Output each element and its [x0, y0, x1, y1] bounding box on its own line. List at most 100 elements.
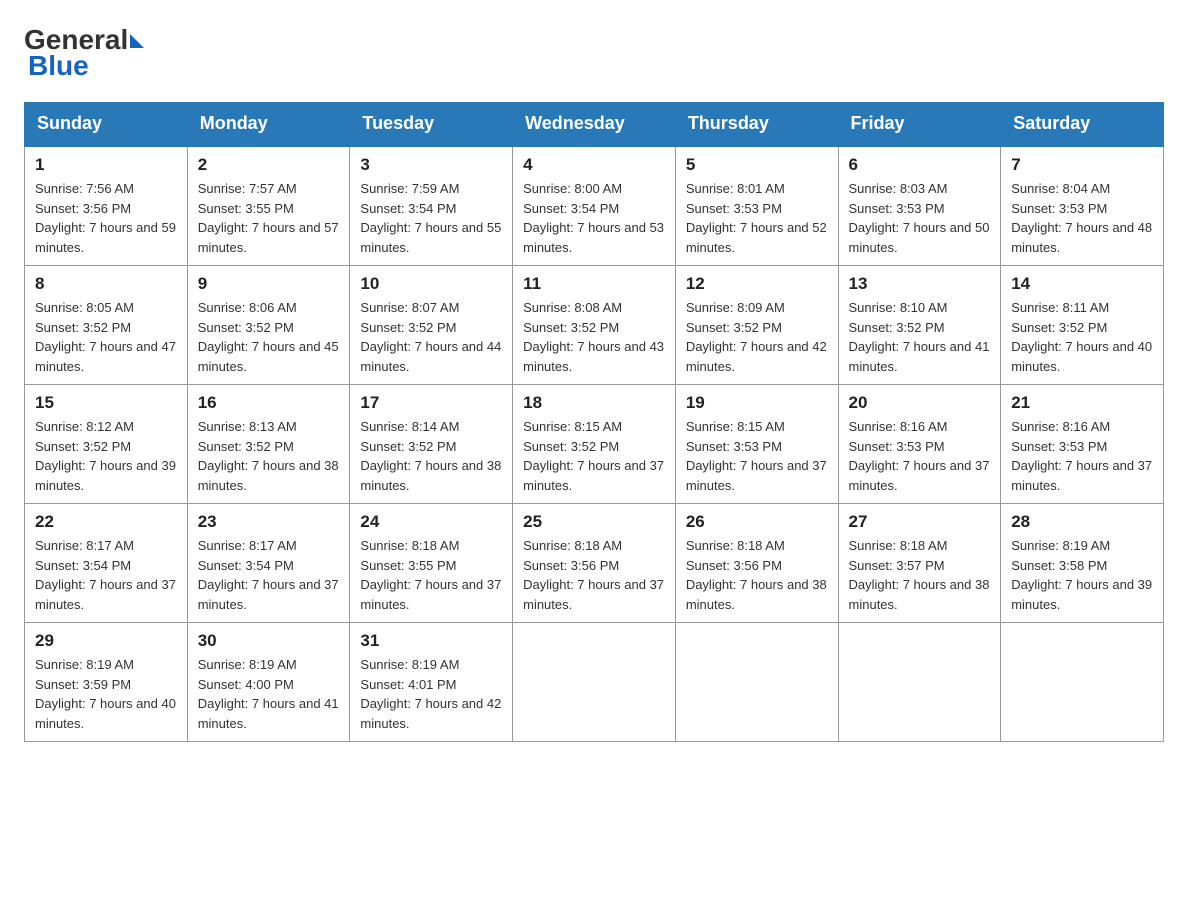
day-number: 10 — [360, 274, 502, 294]
day-info: Sunrise: 8:13 AMSunset: 3:52 PMDaylight:… — [198, 417, 340, 495]
calendar-cell: 6 Sunrise: 8:03 AMSunset: 3:53 PMDaylight… — [838, 146, 1001, 266]
day-number: 3 — [360, 155, 502, 175]
day-info: Sunrise: 8:16 AMSunset: 3:53 PMDaylight:… — [1011, 417, 1153, 495]
day-info: Sunrise: 7:57 AMSunset: 3:55 PMDaylight:… — [198, 179, 340, 257]
day-number: 12 — [686, 274, 828, 294]
calendar-cell: 15 Sunrise: 8:12 AMSunset: 3:52 PMDayligh… — [25, 385, 188, 504]
day-number: 26 — [686, 512, 828, 532]
week-row-3: 15 Sunrise: 8:12 AMSunset: 3:52 PMDayligh… — [25, 385, 1164, 504]
day-number: 27 — [849, 512, 991, 532]
calendar-cell: 14Sunrise: 8:11 AMSunset: 3:52 PMDayligh… — [1001, 266, 1164, 385]
day-info: Sunrise: 8:06 AMSunset: 3:52 PMDaylight:… — [198, 298, 340, 376]
day-info: Sunrise: 8:07 AMSunset: 3:52 PMDaylight:… — [360, 298, 502, 376]
page-header: General Blue — [24, 24, 1164, 82]
day-number: 6 — [849, 155, 991, 175]
day-info: Sunrise: 8:04 AMSunset: 3:53 PMDaylight:… — [1011, 179, 1153, 257]
calendar-cell: 13Sunrise: 8:10 AMSunset: 3:52 PMDayligh… — [838, 266, 1001, 385]
day-info: Sunrise: 8:09 AMSunset: 3:52 PMDaylight:… — [686, 298, 828, 376]
day-info: Sunrise: 8:12 AMSunset: 3:52 PMDaylight:… — [35, 417, 177, 495]
calendar-cell: 29Sunrise: 8:19 AMSunset: 3:59 PMDayligh… — [25, 623, 188, 742]
day-number: 11 — [523, 274, 665, 294]
day-number: 23 — [198, 512, 340, 532]
week-row-5: 29Sunrise: 8:19 AMSunset: 3:59 PMDayligh… — [25, 623, 1164, 742]
calendar-cell: 21Sunrise: 8:16 AMSunset: 3:53 PMDayligh… — [1001, 385, 1164, 504]
week-row-1: 1Sunrise: 7:56 AMSunset: 3:56 PMDaylight… — [25, 146, 1164, 266]
calendar-cell: 2 Sunrise: 7:57 AMSunset: 3:55 PMDaylight… — [187, 146, 350, 266]
day-info: Sunrise: 8:18 AMSunset: 3:56 PMDaylight:… — [523, 536, 665, 614]
day-number: 16 — [198, 393, 340, 413]
logo-blue: Blue — [28, 50, 89, 82]
calendar-cell: 5 Sunrise: 8:01 AMSunset: 3:53 PMDaylight… — [675, 146, 838, 266]
day-info: Sunrise: 8:00 AMSunset: 3:54 PMDaylight:… — [523, 179, 665, 257]
calendar-cell: 30 Sunrise: 8:19 AMSunset: 4:00 PMDayligh… — [187, 623, 350, 742]
days-header-row: SundayMondayTuesdayWednesdayThursdayFrid… — [25, 103, 1164, 146]
day-number: 2 — [198, 155, 340, 175]
day-number: 8 — [35, 274, 177, 294]
day-info: Sunrise: 8:19 AMSunset: 3:58 PMDaylight:… — [1011, 536, 1153, 614]
calendar-cell: 16 Sunrise: 8:13 AMSunset: 3:52 PMDayligh… — [187, 385, 350, 504]
day-number: 25 — [523, 512, 665, 532]
day-info: Sunrise: 8:05 AMSunset: 3:52 PMDaylight:… — [35, 298, 177, 376]
day-header-sunday: Sunday — [25, 103, 188, 146]
calendar-cell: 10 Sunrise: 8:07 AMSunset: 3:52 PMDayligh… — [350, 266, 513, 385]
logo-arrow-icon — [130, 34, 144, 48]
day-info: Sunrise: 8:15 AMSunset: 3:52 PMDaylight:… — [523, 417, 665, 495]
day-header-wednesday: Wednesday — [513, 103, 676, 146]
calendar-cell: 17 Sunrise: 8:14 AMSunset: 3:52 PMDayligh… — [350, 385, 513, 504]
day-header-friday: Friday — [838, 103, 1001, 146]
calendar-table: SundayMondayTuesdayWednesdayThursdayFrid… — [24, 102, 1164, 742]
day-number: 30 — [198, 631, 340, 651]
day-number: 17 — [360, 393, 502, 413]
day-number: 24 — [360, 512, 502, 532]
calendar-cell: 27 Sunrise: 8:18 AMSunset: 3:57 PMDayligh… — [838, 504, 1001, 623]
day-number: 20 — [849, 393, 991, 413]
day-number: 28 — [1011, 512, 1153, 532]
calendar-cell: 18 Sunrise: 8:15 AMSunset: 3:52 PMDayligh… — [513, 385, 676, 504]
day-info: Sunrise: 8:15 AMSunset: 3:53 PMDaylight:… — [686, 417, 828, 495]
calendar-cell: 24Sunrise: 8:18 AMSunset: 3:55 PMDayligh… — [350, 504, 513, 623]
day-info: Sunrise: 8:17 AMSunset: 3:54 PMDaylight:… — [35, 536, 177, 614]
day-info: Sunrise: 7:59 AMSunset: 3:54 PMDaylight:… — [360, 179, 502, 257]
day-info: Sunrise: 8:17 AMSunset: 3:54 PMDaylight:… — [198, 536, 340, 614]
calendar-cell — [675, 623, 838, 742]
calendar-cell: 4 Sunrise: 8:00 AMSunset: 3:54 PMDaylight… — [513, 146, 676, 266]
day-number: 4 — [523, 155, 665, 175]
day-info: Sunrise: 8:01 AMSunset: 3:53 PMDaylight:… — [686, 179, 828, 257]
day-info: Sunrise: 8:14 AMSunset: 3:52 PMDaylight:… — [360, 417, 502, 495]
day-header-tuesday: Tuesday — [350, 103, 513, 146]
day-info: Sunrise: 8:19 AMSunset: 4:01 PMDaylight:… — [360, 655, 502, 733]
calendar-cell: 12 Sunrise: 8:09 AMSunset: 3:52 PMDayligh… — [675, 266, 838, 385]
day-info: Sunrise: 7:56 AMSunset: 3:56 PMDaylight:… — [35, 179, 177, 257]
day-info: Sunrise: 8:19 AMSunset: 4:00 PMDaylight:… — [198, 655, 340, 733]
calendar-cell: 3 Sunrise: 7:59 AMSunset: 3:54 PMDaylight… — [350, 146, 513, 266]
calendar-cell: 9Sunrise: 8:06 AMSunset: 3:52 PMDaylight… — [187, 266, 350, 385]
day-header-thursday: Thursday — [675, 103, 838, 146]
calendar-cell: 19 Sunrise: 8:15 AMSunset: 3:53 PMDayligh… — [675, 385, 838, 504]
day-number: 22 — [35, 512, 177, 532]
day-number: 18 — [523, 393, 665, 413]
calendar-cell: 31 Sunrise: 8:19 AMSunset: 4:01 PMDayligh… — [350, 623, 513, 742]
calendar-cell: 8 Sunrise: 8:05 AMSunset: 3:52 PMDaylight… — [25, 266, 188, 385]
day-info: Sunrise: 8:16 AMSunset: 3:53 PMDaylight:… — [849, 417, 991, 495]
logo: General Blue — [24, 24, 144, 82]
calendar-cell: 26Sunrise: 8:18 AMSunset: 3:56 PMDayligh… — [675, 504, 838, 623]
day-number: 29 — [35, 631, 177, 651]
calendar-cell: 23 Sunrise: 8:17 AMSunset: 3:54 PMDayligh… — [187, 504, 350, 623]
calendar-cell: 22 Sunrise: 8:17 AMSunset: 3:54 PMDayligh… — [25, 504, 188, 623]
day-info: Sunrise: 8:10 AMSunset: 3:52 PMDaylight:… — [849, 298, 991, 376]
day-header-saturday: Saturday — [1001, 103, 1164, 146]
day-number: 31 — [360, 631, 502, 651]
day-number: 15 — [35, 393, 177, 413]
day-info: Sunrise: 8:11 AMSunset: 3:52 PMDaylight:… — [1011, 298, 1153, 376]
calendar-cell: 28 Sunrise: 8:19 AMSunset: 3:58 PMDayligh… — [1001, 504, 1164, 623]
day-number: 5 — [686, 155, 828, 175]
calendar-cell — [1001, 623, 1164, 742]
calendar-cell — [838, 623, 1001, 742]
calendar-cell: 1Sunrise: 7:56 AMSunset: 3:56 PMDaylight… — [25, 146, 188, 266]
day-info: Sunrise: 8:18 AMSunset: 3:57 PMDaylight:… — [849, 536, 991, 614]
calendar-cell: 20 Sunrise: 8:16 AMSunset: 3:53 PMDayligh… — [838, 385, 1001, 504]
day-number: 19 — [686, 393, 828, 413]
calendar-cell: 11Sunrise: 8:08 AMSunset: 3:52 PMDayligh… — [513, 266, 676, 385]
day-info: Sunrise: 8:03 AMSunset: 3:53 PMDaylight:… — [849, 179, 991, 257]
week-row-2: 8 Sunrise: 8:05 AMSunset: 3:52 PMDaylight… — [25, 266, 1164, 385]
